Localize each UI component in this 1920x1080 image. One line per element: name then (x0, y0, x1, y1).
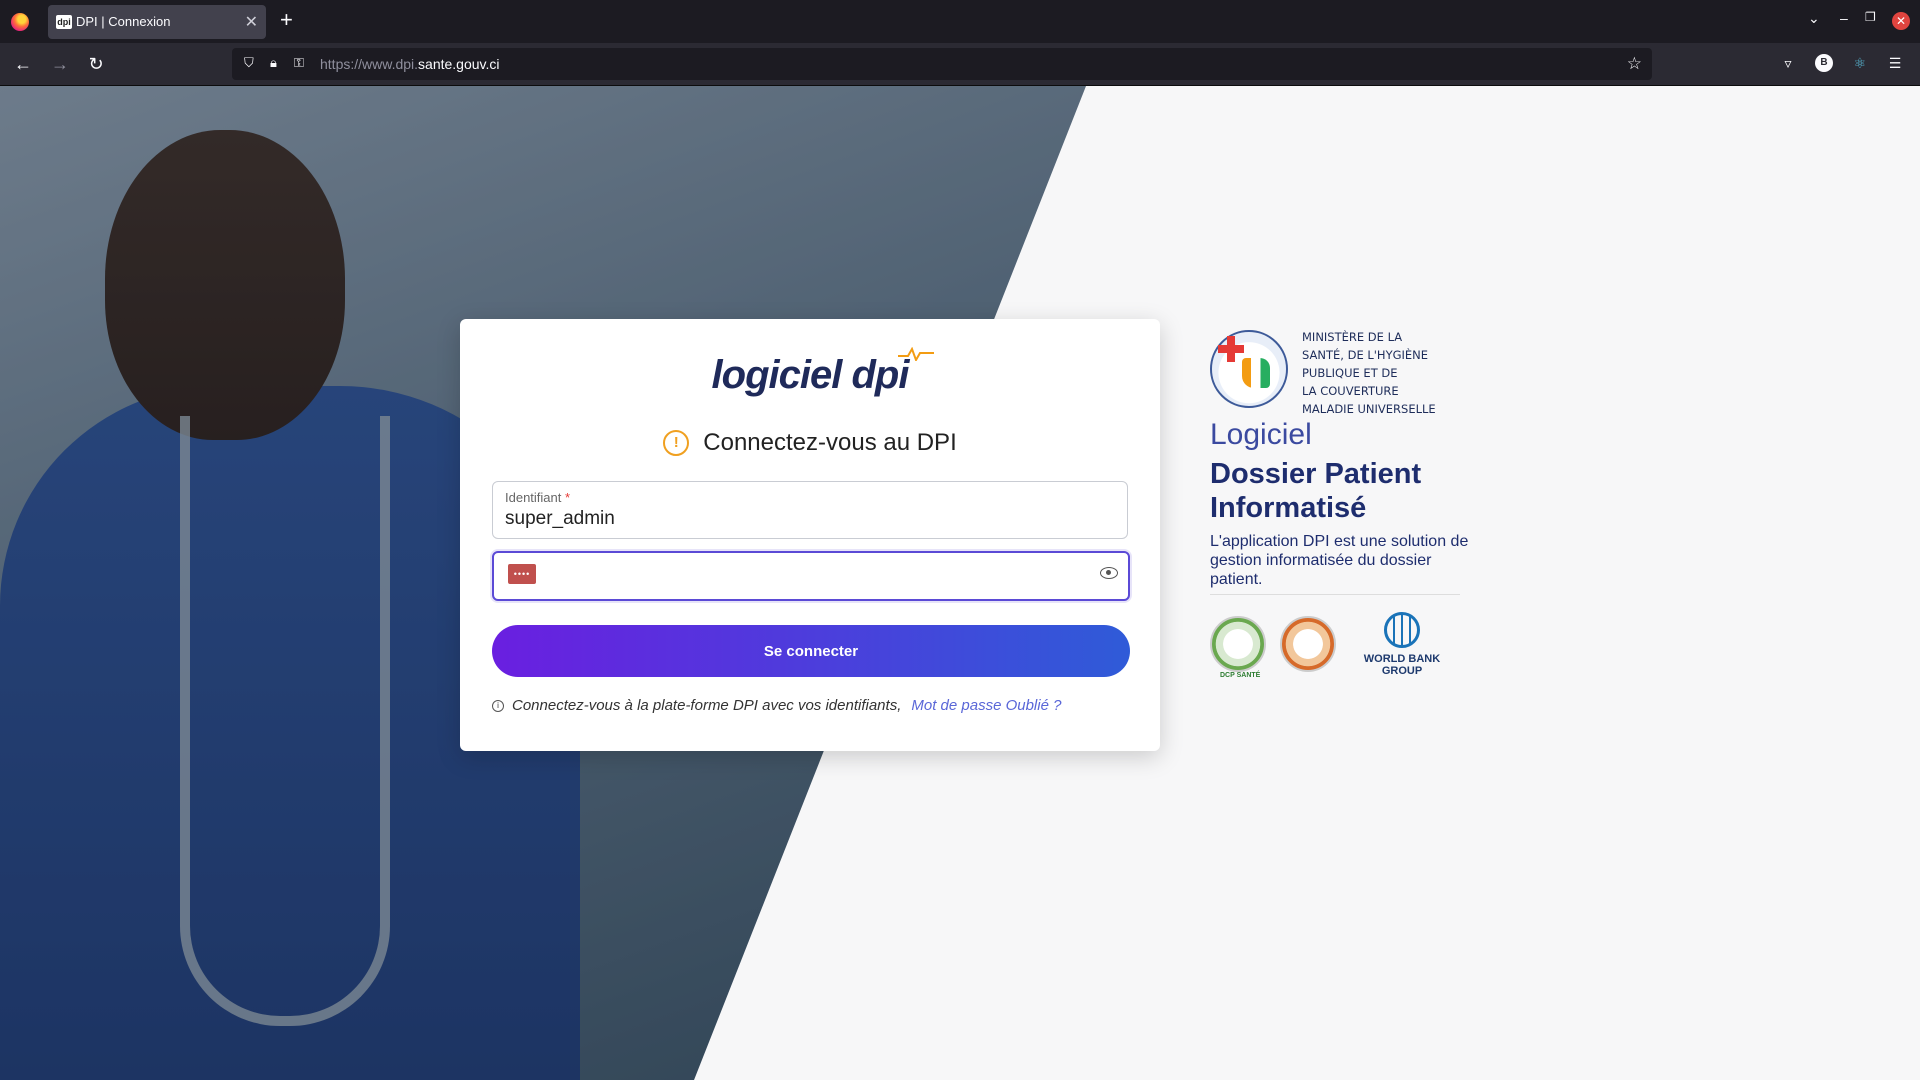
info-icon: i (492, 700, 504, 713)
eye-icon[interactable] (1100, 567, 1118, 579)
key-icon[interactable]: ⚿ (294, 55, 304, 71)
map-icon (1242, 358, 1270, 388)
login-title: Connectez-vous au DPI (703, 429, 957, 456)
close-icon[interactable]: ✕ (245, 12, 258, 32)
side-heading-bold: Dossier Patient Informatisé (1210, 458, 1422, 524)
browser-tab-bar: dpi DPI | Connexion ✕ + ⌄ – ❐ ✕ (0, 0, 1920, 43)
ministry-line: LA COUVERTURE (1302, 384, 1399, 398)
firefox-logo-icon[interactable] (11, 13, 29, 31)
required-marker: * (565, 490, 571, 505)
forward-arrow-icon[interactable]: → (46, 51, 74, 77)
browser-nav-bar: ← → ↻ ⛉ 🔒︎ ⚿ https://www.dpi.sante.gouv.… (0, 43, 1920, 86)
tab-favicon-icon: dpi (56, 15, 72, 29)
world-bank-logo: WORLD BANK GROUP (1346, 612, 1456, 677)
login-button[interactable]: Se connecter (492, 625, 1130, 677)
dpi-logo: logiciel dpi (711, 353, 910, 397)
chevron-down-icon[interactable]: ⌄ (1808, 10, 1820, 27)
username-label: Identifiant * (505, 490, 570, 505)
browser-tab-active[interactable]: dpi DPI | Connexion ✕ (48, 5, 266, 39)
ministry-emblem-icon (1210, 330, 1288, 408)
ministry-line: SANTÉ, DE L'HYGIÈNE (1302, 348, 1429, 362)
restore-icon[interactable]: ❐ (1865, 10, 1876, 24)
ministry-line: MALADIE UNIVERSELLE (1302, 402, 1436, 416)
window-close-icon[interactable]: ✕ (1892, 12, 1910, 30)
username-label-text: Identifiant (505, 490, 562, 505)
address-bar[interactable]: ⛉ 🔒︎ ⚿ https://www.dpi.sante.gouv.ci ☆ (232, 48, 1652, 80)
globe-icon (1384, 612, 1420, 648)
login-title-row: ! Connectez-vous au DPI (460, 429, 1160, 457)
menu-icon[interactable]: ☰ (1886, 54, 1904, 72)
logo-pulse-icon (898, 347, 934, 361)
reload-icon[interactable]: ↻ (82, 51, 110, 77)
account-icon[interactable]: B (1815, 54, 1833, 72)
minimize-icon[interactable]: – (1840, 10, 1848, 26)
ministry-name: MINISTÈRE DE LA SANTÉ, DE L'HYGIÈNE PUBL… (1302, 328, 1436, 418)
url-prefix: https://www.dpi. (320, 56, 419, 72)
password-input[interactable]: •••• (508, 564, 536, 584)
forgot-password-link[interactable]: Mot de passe Oublié ? (911, 697, 1061, 714)
login-hint: i Connectez-vous à la plate-forme DPI ave… (492, 697, 1132, 714)
back-arrow-icon[interactable]: ← (9, 51, 37, 77)
url-domain: sante.gouv.ci (418, 56, 500, 72)
side-heading-light: Logiciel (1210, 418, 1312, 451)
url-text[interactable]: https://www.dpi.sante.gouv.ci (320, 56, 500, 72)
extension-icon[interactable]: ⚛ (1851, 54, 1869, 72)
ministry-line: PUBLIQUE ET DE (1302, 366, 1398, 380)
world-bank-label: WORLD BANK GROUP (1363, 653, 1441, 677)
plus-icon[interactable]: + (280, 8, 293, 32)
username-field[interactable]: Identifiant * super_admin (492, 481, 1128, 539)
warning-icon: ! (663, 430, 690, 456)
password-field[interactable]: •••• (492, 551, 1130, 601)
shield-icon[interactable]: ⛉ (244, 55, 254, 71)
side-divider (1210, 594, 1460, 595)
diis-logo-icon (1280, 616, 1336, 672)
login-card: logiciel dpi ! Connectez-vous au DPI Iden… (460, 319, 1160, 751)
page-content: logiciel dpi ! Connectez-vous au DPI Iden… (0, 86, 1920, 1080)
pocket-icon[interactable]: ▿ (1779, 54, 1797, 72)
lock-icon[interactable]: 🔒︎ (270, 55, 277, 71)
tab-title: DPI | Connexion (76, 14, 171, 29)
username-input[interactable]: super_admin (505, 508, 615, 530)
side-description: L'application DPI est une solution de ge… (1210, 533, 1469, 588)
star-icon[interactable]: ☆ (1627, 54, 1642, 74)
ministry-line: MINISTÈRE DE LA (1302, 330, 1403, 344)
dsps-logo-icon (1210, 616, 1266, 672)
dsps-logo-label: DCP SANTÉ (1220, 672, 1261, 679)
red-cross-icon (1218, 336, 1244, 362)
hint-text: Connectez-vous à la plate-forme DPI avec… (512, 697, 902, 714)
